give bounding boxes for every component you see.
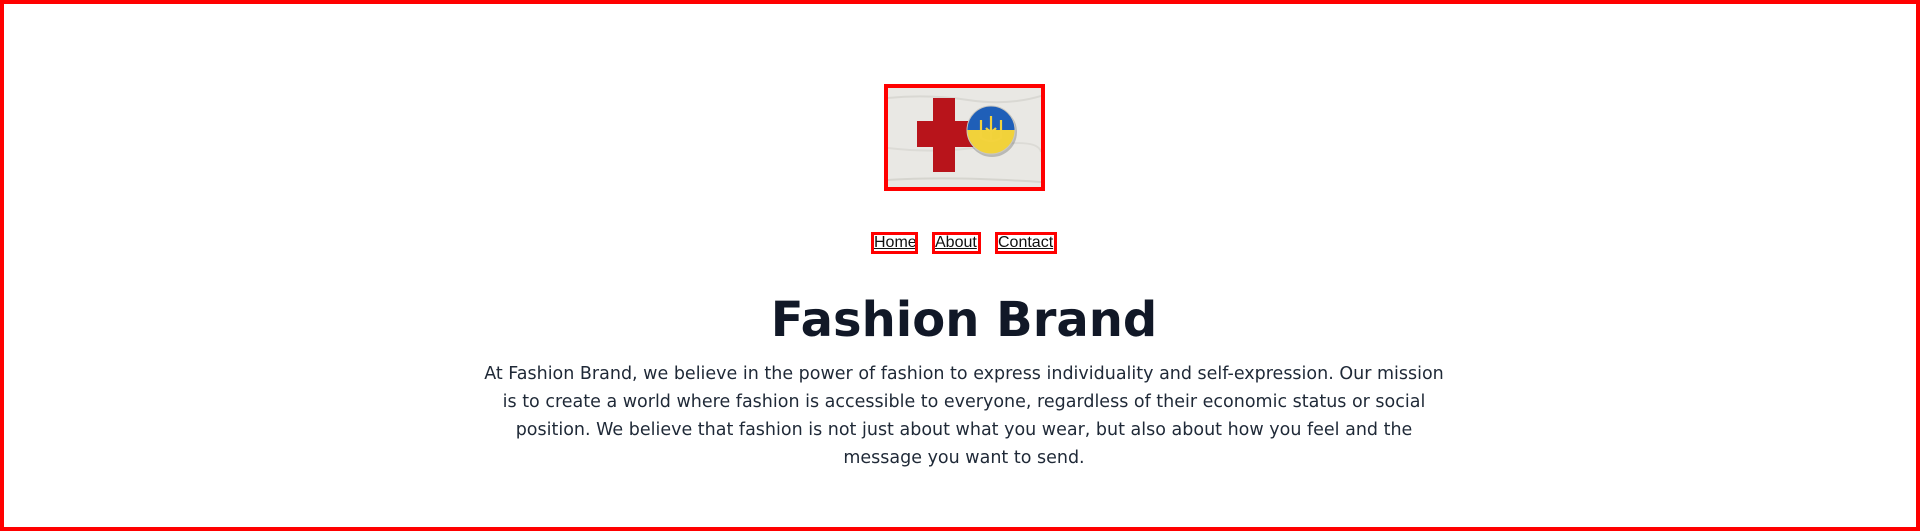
nav-link-about[interactable]: About [932,232,981,254]
page-title: Fashion Brand [770,292,1158,348]
hero-image [884,84,1045,191]
page-frame: Home About Contact Fashion Brand At Fash… [0,0,1920,531]
nav-link-contact[interactable]: Contact [995,232,1057,254]
mission-paragraph: At Fashion Brand, we believe in the powe… [484,364,1444,468]
main-nav: Home About Contact [4,232,1920,254]
nav-link-home[interactable]: Home [871,232,918,254]
red-cross-ukraine-pin-image [888,88,1041,187]
